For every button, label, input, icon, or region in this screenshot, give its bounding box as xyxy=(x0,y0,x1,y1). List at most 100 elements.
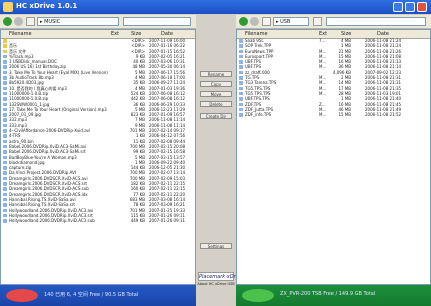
folder-icon xyxy=(3,39,7,43)
file-icon xyxy=(239,70,243,75)
file-icon xyxy=(239,65,243,69)
right-search-input[interactable] xyxy=(326,17,426,26)
file-icon xyxy=(3,54,7,59)
file-icon xyxy=(3,155,7,160)
left-status-bar: 140 已用 6, 4 空间 Free / 90.5 GB Total xyxy=(0,285,196,306)
left-search-input[interactable] xyxy=(123,17,191,26)
file-icon xyxy=(3,107,7,112)
file-icon xyxy=(3,81,7,85)
back-arrow-icon[interactable] xyxy=(239,17,248,26)
file-icon xyxy=(3,213,7,218)
maximize-button[interactable] xyxy=(405,2,415,12)
file-icon xyxy=(3,91,7,96)
file-icon xyxy=(3,160,7,165)
file-icon xyxy=(3,144,7,149)
copy-button[interactable]: Copy xyxy=(200,81,232,87)
rename-button[interactable]: Rename xyxy=(200,71,232,77)
left-path-input[interactable]: ▸ MUSIC xyxy=(37,17,119,26)
file-icon xyxy=(239,102,243,107)
col-filename[interactable]: Filename xyxy=(9,30,32,38)
file-icon xyxy=(3,123,7,128)
disk-indicator-red xyxy=(6,289,38,302)
disk-indicator-green xyxy=(242,289,274,302)
folder-icon xyxy=(3,49,7,54)
middle-status xyxy=(196,285,236,306)
file-icon xyxy=(3,134,7,138)
file-icon xyxy=(239,76,243,80)
col-ext[interactable]: Ext xyxy=(111,30,119,38)
window-title: HC xDrive 1.0.1 xyxy=(16,2,78,10)
file-row[interactable]: Hollywoodland.2006.DVDRip.XviD.AC3.sub 44… xyxy=(1,218,195,223)
file-icon xyxy=(3,118,7,122)
file-icon xyxy=(3,150,7,154)
right-status-bar: ZX_PVR-200 TSB Free / 149.9 GB Total xyxy=(236,285,431,306)
action-column: Rename Copy Move Delete Create Dir Setti… xyxy=(196,29,244,286)
file-icon xyxy=(239,81,243,85)
back-arrow-icon[interactable] xyxy=(3,17,12,26)
create-dir-button[interactable]: Create Dir xyxy=(200,113,232,119)
forward-arrow-icon[interactable] xyxy=(250,17,259,26)
file-icon xyxy=(239,91,243,96)
file-size: 15 MB xyxy=(338,112,351,118)
file-icon xyxy=(3,208,7,212)
file-icon xyxy=(3,219,7,223)
file-icon xyxy=(3,187,7,191)
file-date: 2006-11-08 21:52 xyxy=(365,112,402,118)
file-icon xyxy=(239,113,243,117)
col-filename[interactable]: Filename xyxy=(245,30,268,38)
file-row[interactable]: ZDF_info.TPS M... 15 MB 2006-11-08 21:52 xyxy=(237,112,430,117)
file-icon xyxy=(3,192,7,197)
col-ext[interactable]: Ext xyxy=(319,30,327,38)
delete-button[interactable]: Delete xyxy=(200,101,232,107)
folder-icon xyxy=(3,44,7,48)
col-size[interactable]: Size xyxy=(131,30,141,38)
file-icon xyxy=(239,86,243,91)
up-folder-icon[interactable] xyxy=(26,17,35,26)
app-icon xyxy=(3,2,13,12)
minimize-button[interactable] xyxy=(393,2,403,12)
right-status-text: ZX_PVR-200 TSB Free / 149.9 GB Total xyxy=(280,291,376,297)
file-icon xyxy=(3,60,7,64)
file-name: ZDF_info.TPS xyxy=(245,112,272,118)
file-size: 449 KB xyxy=(130,218,145,224)
right-path-input[interactable]: ▸ USB xyxy=(273,17,309,26)
file-icon xyxy=(3,113,7,117)
file-icon xyxy=(3,86,7,91)
brand-logo: Placemark·xDrive xyxy=(198,272,244,281)
left-rows: .. <DIR> 2007-11-09 16:00 音乐 <DIR> 2007-01-16… xyxy=(1,38,195,223)
file-icon xyxy=(3,70,7,75)
file-icon xyxy=(3,197,7,202)
refresh-icon[interactable] xyxy=(313,17,322,26)
file-icon xyxy=(3,129,7,133)
left-status-text: 140 已用 6, 4 空间 Free / 90.5 GB Total xyxy=(44,292,139,298)
file-icon xyxy=(3,65,7,69)
file-icon xyxy=(3,102,7,107)
file-icon xyxy=(3,171,7,175)
left-file-list[interactable]: Filename Ext Size Date .. <DIR> 2007-11-09… xyxy=(0,29,196,285)
file-icon xyxy=(3,176,7,181)
file-icon xyxy=(239,44,243,48)
right-rows: Saab 95L 7... 4 MB 2006-11-08 21:24 SOP Trek… xyxy=(237,38,430,117)
forward-arrow-icon[interactable] xyxy=(14,17,23,26)
title-bar: HC xDrive 1.0.1 xyxy=(0,0,431,14)
file-icon xyxy=(3,166,7,170)
file-icon xyxy=(239,97,243,101)
col-size[interactable]: Size xyxy=(341,30,351,38)
up-folder-icon[interactable] xyxy=(262,17,271,26)
left-toolbar: ▸ MUSIC xyxy=(0,15,196,29)
col-date[interactable]: Date xyxy=(377,30,389,38)
file-name: Hollywoodland.2006.DVDRip.XviD.AC3.sub xyxy=(9,218,95,224)
move-button[interactable]: Move xyxy=(200,91,232,97)
file-date: 2007-01-26 09:11 xyxy=(149,218,186,224)
file-icon xyxy=(3,97,7,101)
settings-button[interactable]: Settings xyxy=(200,243,232,249)
col-date[interactable]: Date xyxy=(161,30,173,38)
file-icon xyxy=(239,39,243,43)
file-icon xyxy=(3,76,7,80)
file-icon xyxy=(239,54,243,59)
right-file-list[interactable]: Filename Ext Size Date Saab 95L 7... 4 MB 2… xyxy=(236,29,431,285)
file-icon xyxy=(3,203,7,207)
close-button[interactable] xyxy=(417,2,427,12)
file-icon xyxy=(3,182,7,186)
file-icon xyxy=(239,107,243,112)
